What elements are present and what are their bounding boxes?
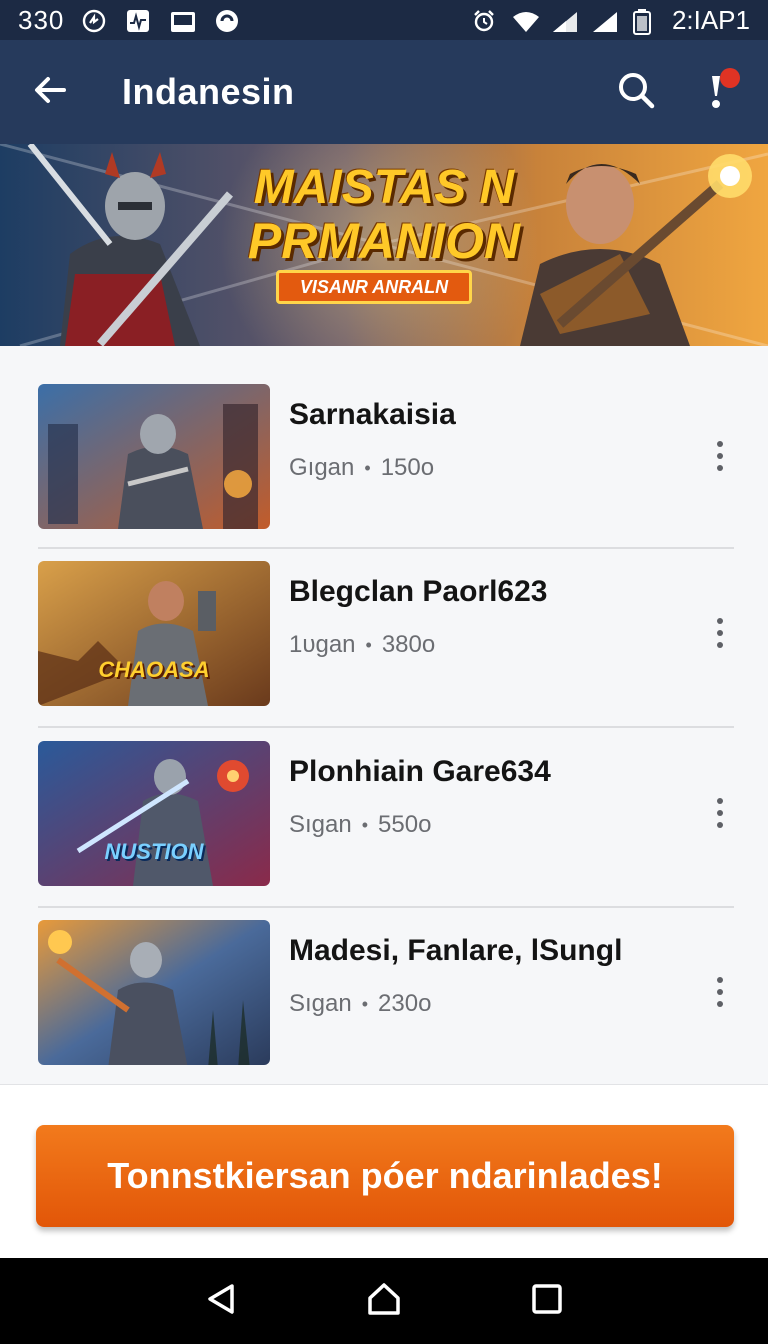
item-thumbnail — [38, 384, 270, 529]
search-button[interactable] — [610, 66, 662, 118]
cta-button[interactable]: Tonnstkiersan póer ndarinlades! — [36, 1125, 734, 1227]
item-title: Plonhiain Gare634 — [289, 755, 551, 788]
item-count: 550o — [378, 811, 432, 838]
banner-headline-line2: PRMANION — [247, 213, 521, 269]
system-nav-bar — [0, 1258, 768, 1344]
more-vert-icon — [717, 618, 723, 624]
separator: • — [365, 634, 372, 655]
status-carrier: 2:IAP1 — [671, 4, 750, 35]
notification-button[interactable] — [692, 66, 744, 118]
wifi-icon — [512, 9, 539, 32]
arrow-left-icon — [32, 72, 68, 113]
more-options-button[interactable] — [706, 613, 734, 653]
list-item[interactable]: Sarnakaisia Gıgan • 150o — [38, 384, 734, 530]
sync-icon — [82, 9, 108, 33]
item-count: 230o — [378, 990, 432, 1017]
promo-banner[interactable]: MAISTAS N PRMANION VISANR ANRALN — [0, 144, 768, 346]
item-thumbnail — [38, 920, 270, 1065]
item-title: Sarnakaisia — [289, 398, 456, 431]
thumbnail-caption: NUSTION — [104, 839, 204, 864]
item-count: 380o — [381, 631, 436, 658]
more-vert-icon — [717, 977, 723, 983]
triangle-back-icon — [204, 1282, 238, 1321]
game-list: Sarnakaisia Gıgan • 150o CHAOASA Blegcla… — [0, 346, 768, 1084]
battery-icon — [632, 9, 658, 35]
divider — [38, 726, 734, 728]
item-subtitle: Gıgan — [289, 454, 355, 481]
separator: • — [361, 814, 369, 835]
back-button[interactable] — [22, 64, 78, 120]
banner-ribbon: VISANR ANRALN — [276, 270, 472, 304]
status-bar: 330 2:IAP1 — [0, 0, 768, 40]
separator: • — [364, 457, 371, 478]
nav-back-button[interactable] — [196, 1276, 246, 1326]
list-item[interactable]: NUSTION Plonhiain Gare634 Sıgan • 550o — [38, 741, 734, 887]
square-recents-icon — [531, 1283, 563, 1320]
home-icon — [366, 1282, 402, 1321]
more-vert-icon — [717, 798, 723, 804]
divider — [38, 547, 734, 549]
more-options-button[interactable] — [706, 972, 734, 1012]
item-count: 150o — [380, 454, 435, 481]
page-title: Indanesin — [122, 71, 295, 112]
more-vert-icon — [717, 441, 723, 447]
chat-icon — [214, 9, 240, 32]
signal-icon — [592, 9, 618, 32]
more-options-button[interactable] — [706, 793, 734, 833]
thumbnail-caption: CHAOASA — [98, 657, 210, 682]
item-subtitle: Sıgan — [289, 990, 352, 1017]
activity-icon — [126, 9, 152, 32]
screen-icon — [170, 9, 196, 32]
status-time: 330 — [18, 4, 65, 35]
item-subtitle: 1ᴜgan — [289, 631, 356, 658]
item-title: Madesi, Fanlare, lSungl — [289, 934, 623, 967]
item-thumbnail: CHAOASA — [38, 561, 270, 706]
cta-area: Tonnstkiersan póer ndarinlades! — [0, 1084, 768, 1258]
banner-headline-line1: MAISTAS N — [253, 161, 515, 214]
nav-recents-button[interactable] — [522, 1276, 572, 1326]
signal-icon — [552, 9, 578, 32]
app-bar: Indanesin — [0, 40, 768, 144]
nav-home-button[interactable] — [359, 1276, 409, 1326]
search-icon — [616, 70, 656, 115]
alarm-icon — [472, 9, 498, 32]
item-thumbnail: NUSTION — [38, 741, 270, 886]
list-item[interactable]: Madesi, Fanlare, lSungl Sıgan • 230o — [38, 920, 734, 1066]
item-subtitle: Sıgan — [289, 811, 352, 838]
divider — [38, 906, 734, 908]
list-item[interactable]: CHAOASA Blegclan Paorl623 1ᴜgan • 380o — [38, 561, 734, 707]
more-options-button[interactable] — [706, 436, 734, 476]
item-title: Blegclan Paorl623 — [289, 575, 548, 608]
notification-badge — [720, 68, 740, 88]
separator: • — [361, 993, 369, 1014]
